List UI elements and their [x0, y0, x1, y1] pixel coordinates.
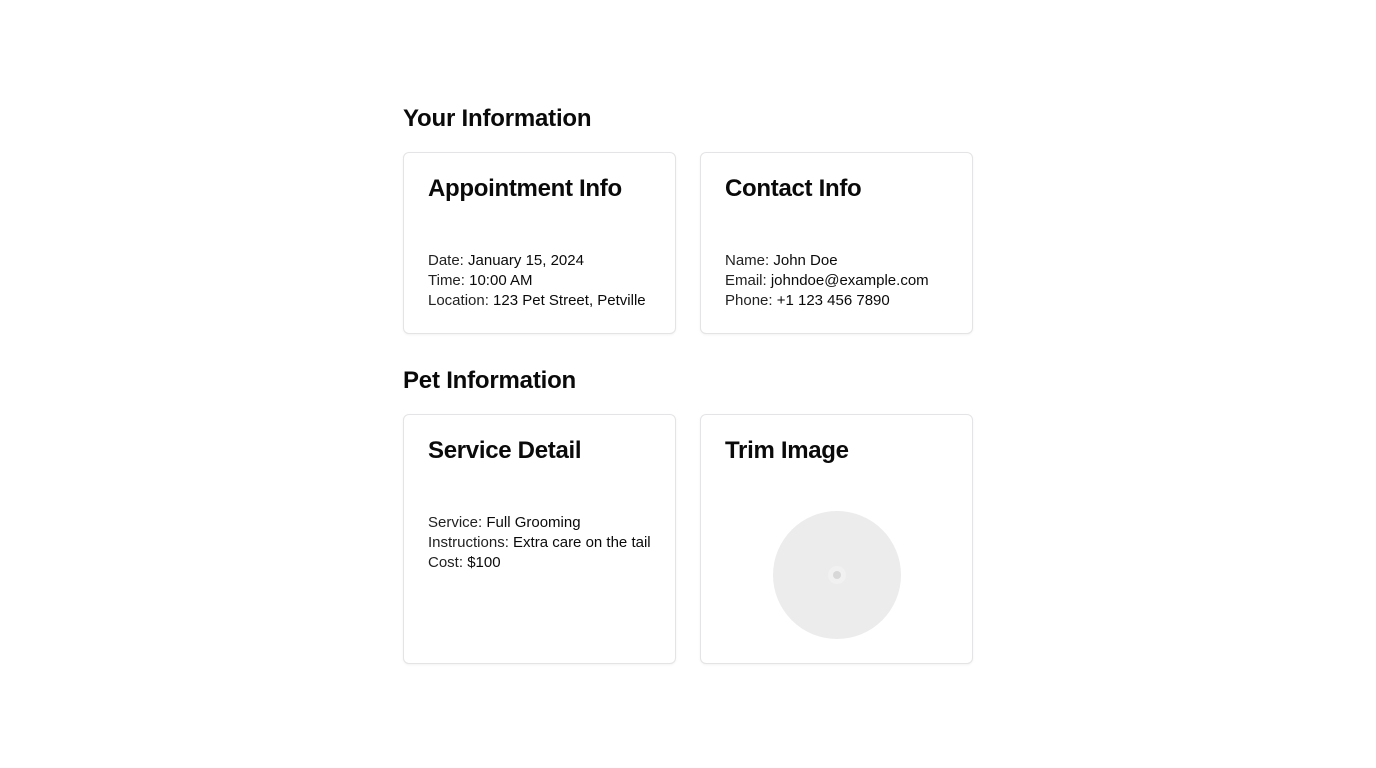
instructions-row: Instructions: Extra care on the tail: [428, 533, 651, 553]
cost-row: Cost: $100: [428, 553, 651, 573]
name-value: John Doe: [773, 252, 838, 269]
name-label: Name:: [725, 252, 774, 269]
pet-information-heading: Pet Information: [403, 367, 577, 394]
time-label: Time:: [428, 272, 470, 289]
date-value: January 15, 2024: [468, 252, 584, 269]
service-detail-title: Service Detail: [428, 437, 582, 464]
appointment-details: Date: January 15, 2024 Time: 10:00 AM Lo…: [428, 251, 651, 311]
cost-label: Cost:: [428, 554, 468, 571]
contact-info-card: Contact Info Name: John Doe Email: johnd…: [700, 152, 973, 334]
cost-value: $100: [467, 554, 501, 571]
appointment-info-card: Appointment Info Date: January 15, 2024 …: [403, 152, 676, 334]
trim-image-title: Trim Image: [725, 437, 849, 464]
location-label: Location:: [428, 292, 494, 309]
phone-label: Phone:: [725, 292, 777, 309]
date-label: Date:: [428, 252, 469, 269]
instructions-label: Instructions:: [428, 534, 514, 551]
contact-email-row: Email: johndoe@example.com: [725, 271, 948, 291]
service-detail-card: Service Detail Service: Full Grooming In…: [403, 414, 676, 664]
trim-image-card: Trim Image: [700, 414, 973, 664]
instructions-value: Extra care on the tail: [513, 534, 651, 551]
appointment-time-row: Time: 10:00 AM: [428, 271, 651, 291]
email-label: Email:: [725, 272, 771, 289]
contact-phone-row: Phone: +1 123 456 7890: [725, 291, 948, 311]
contact-name-row: Name: John Doe: [725, 251, 948, 271]
service-value: Full Grooming: [486, 514, 581, 531]
contact-info-title: Contact Info: [725, 175, 862, 202]
trim-image-wrapper: [725, 511, 948, 639]
time-value: 10:00 AM: [469, 272, 533, 289]
phone-value: +1 123 456 7890: [776, 292, 890, 309]
location-value: 123 Pet Street, Petville: [493, 292, 646, 309]
appointment-date-row: Date: January 15, 2024: [428, 251, 651, 271]
your-information-grid: Appointment Info Date: January 15, 2024 …: [403, 152, 973, 334]
service-row: Service: Full Grooming: [428, 513, 651, 533]
appointment-location-row: Location: 123 Pet Street, Petville: [428, 291, 651, 311]
your-information-heading: Your Information: [403, 105, 592, 132]
email-value: johndoe@example.com: [770, 272, 929, 289]
trim-image-placeholder: [772, 511, 901, 639]
image-placeholder-icon: [832, 571, 841, 579]
pet-information-grid: Service Detail Service: Full Grooming In…: [403, 414, 973, 664]
contact-details: Name: John Doe Email: johndoe@example.co…: [725, 251, 948, 311]
service-details: Service: Full Grooming Instructions: Ext…: [428, 513, 651, 573]
service-label: Service:: [428, 514, 487, 531]
page-container: Your Information Appointment Info Date: …: [403, 104, 973, 664]
appointment-info-title: Appointment Info: [428, 175, 622, 202]
